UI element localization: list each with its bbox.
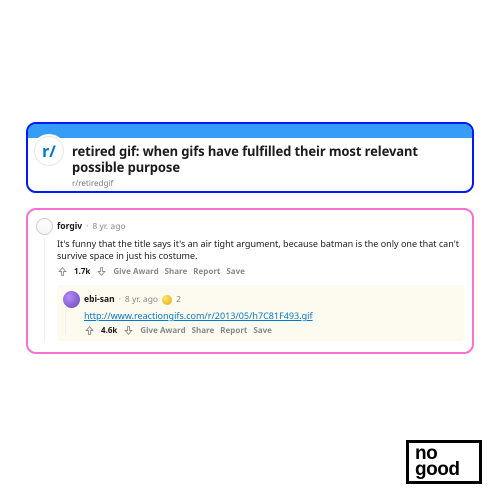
share-button[interactable]: Share xyxy=(165,266,188,277)
subreddit-link[interactable]: r/retiredgif xyxy=(72,178,462,189)
reply-header: ebi-san 8 yr. ago 2 xyxy=(63,291,458,308)
subreddit-header-card: r/ retired gif: when gifs have fulfilled… xyxy=(26,122,474,193)
subreddit-title: retired gif: when gifs have fulfilled th… xyxy=(72,143,462,176)
gold-award-icon xyxy=(162,295,172,305)
subreddit-icon[interactable]: r/ xyxy=(34,136,64,166)
reply-score: 4.6k xyxy=(101,325,117,336)
give-award-button[interactable]: Give Award xyxy=(140,325,185,336)
reply: ebi-san 8 yr. ago 2 http://www.reactiong… xyxy=(57,285,464,341)
comment-score: 1.7k xyxy=(74,266,90,277)
comment-header: forgiv 8 yr. ago xyxy=(36,218,464,235)
comment: forgiv 8 yr. ago It's funny that the tit… xyxy=(36,218,464,341)
reply-age: 8 yr. ago xyxy=(125,294,158,305)
save-button[interactable]: Save xyxy=(226,266,245,277)
downvote-icon[interactable] xyxy=(123,325,134,336)
comments-card: forgiv 8 yr. ago It's funny that the tit… xyxy=(26,208,474,354)
thread-line xyxy=(65,305,66,335)
comment-actions: 1.7k Give Award Share Report Save xyxy=(36,266,464,277)
logo-line2: good xyxy=(415,462,479,478)
give-award-button[interactable]: Give Award xyxy=(113,266,158,277)
comment-author[interactable]: forgiv xyxy=(57,221,82,232)
reply-link[interactable]: http://www.reactiongifs.com/r/2013/05/h7… xyxy=(84,309,313,322)
dot-separator xyxy=(119,294,121,305)
reply-author[interactable]: ebi-san xyxy=(84,294,115,305)
comment-age: 8 yr. ago xyxy=(92,221,125,232)
comment-body: It's funny that the title says it's an a… xyxy=(36,238,464,262)
upvote-icon[interactable] xyxy=(57,266,68,277)
dot-separator xyxy=(86,221,88,232)
subreddit-header-body: r/ retired gif: when gifs have fulfilled… xyxy=(28,138,472,193)
upvote-icon[interactable] xyxy=(84,325,95,336)
nogood-logo: no good xyxy=(406,440,482,484)
avatar-icon[interactable] xyxy=(36,218,53,235)
reply-body: http://www.reactiongifs.com/r/2013/05/h7… xyxy=(63,310,458,322)
gold-count: 2 xyxy=(176,294,181,305)
subreddit-icon-glyph: r/ xyxy=(42,143,56,159)
reply-actions: 4.6k Give Award Share Report Save xyxy=(63,325,458,336)
share-button[interactable]: Share xyxy=(192,325,215,336)
save-button[interactable]: Save xyxy=(253,325,272,336)
subreddit-header-text: retired gif: when gifs have fulfilled th… xyxy=(64,142,462,189)
thread-line xyxy=(44,238,45,341)
downvote-icon[interactable] xyxy=(96,266,107,277)
report-button[interactable]: Report xyxy=(193,266,220,277)
report-button[interactable]: Report xyxy=(220,325,247,336)
subreddit-banner xyxy=(28,124,472,138)
